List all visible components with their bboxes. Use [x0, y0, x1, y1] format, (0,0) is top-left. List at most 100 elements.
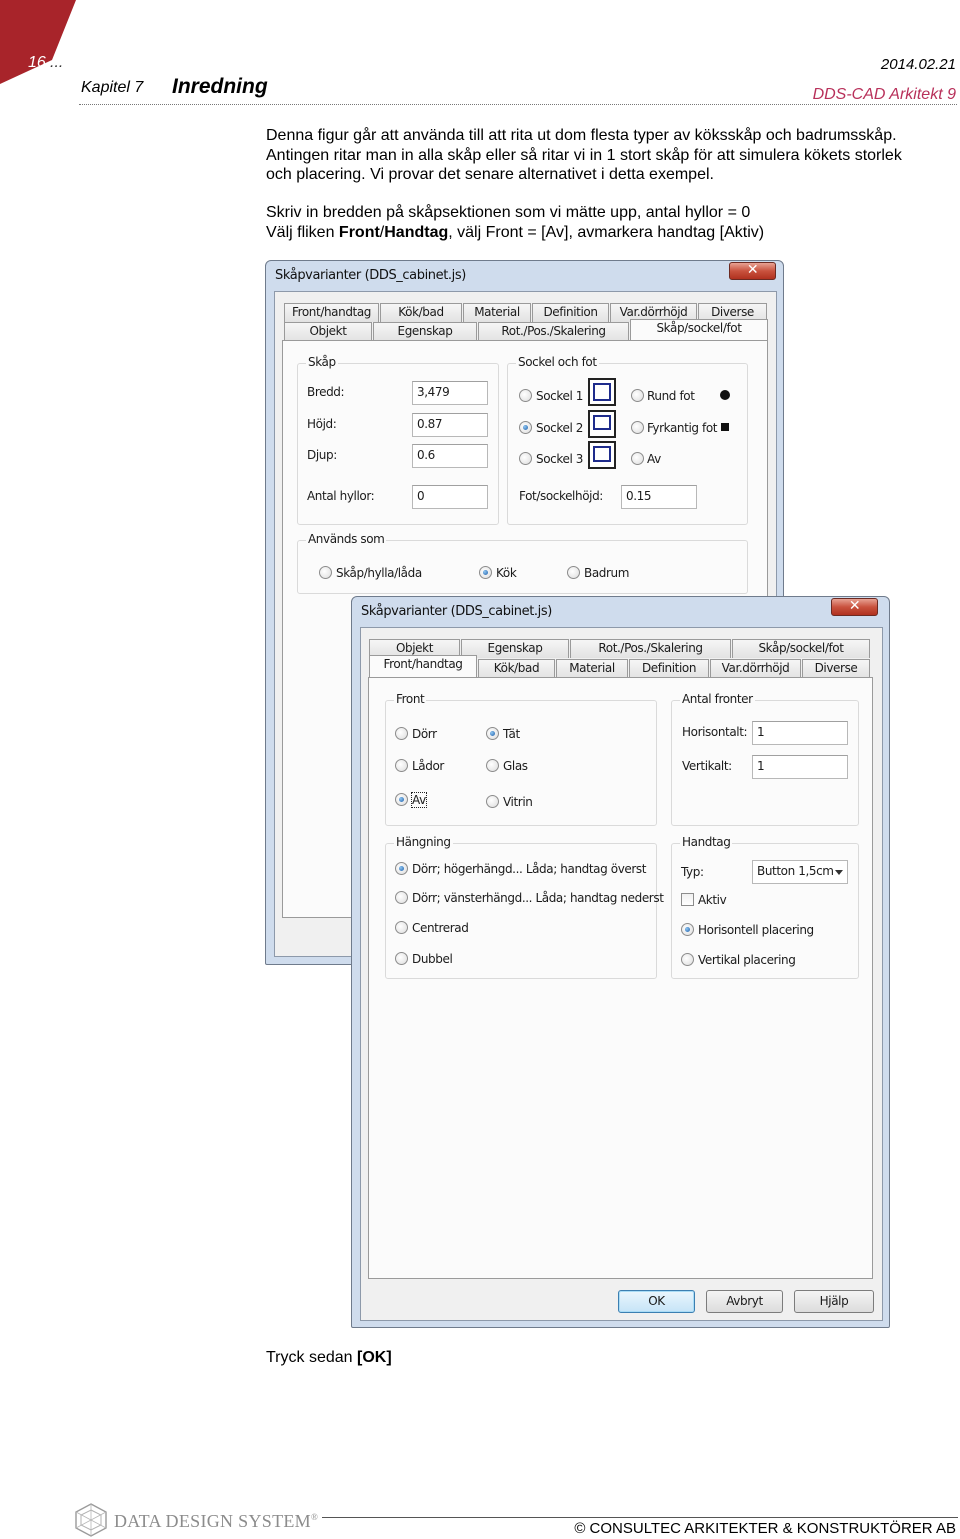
hojd-label: Höjd: — [307, 417, 337, 431]
dds-logo-icon — [75, 1503, 107, 1537]
hang-left-label: Dörr; vänsterhängd... Låda; handtag nede… — [412, 891, 664, 905]
fot-sockelhojd-label: Fot/sockelhöjd: — [519, 489, 603, 503]
tab-definition[interactable]: Definition — [629, 659, 709, 678]
hang-left-radio[interactable] — [395, 891, 408, 904]
header-date: 2014.02.21 — [880, 56, 956, 73]
djup-label: Djup: — [307, 448, 337, 462]
footer-logo-text: DATA DESIGN SYSTEM® — [114, 1511, 318, 1532]
rund-fot-label: Rund fot — [647, 389, 695, 403]
tab-front-handtag[interactable]: Front/handtag — [369, 655, 477, 677]
horisontell-placering-label: Horisontell placering — [698, 923, 814, 937]
registered-mark: ® — [310, 1512, 319, 1522]
dialog-cabinet-front: Skåpvarianter (DDS_cabinet.js) ✕ Objekt … — [351, 596, 890, 1328]
group-label: Används som — [306, 532, 387, 546]
square-foot-icon — [721, 423, 729, 431]
tab-material[interactable]: Material — [556, 659, 628, 678]
tab-kok-bad[interactable]: Kök/bad — [380, 303, 462, 322]
chevron-down-icon — [835, 870, 843, 875]
section-title: Inredning — [172, 75, 268, 98]
kok-label: Kök — [496, 566, 517, 580]
horisontalt-input[interactable]: 1 — [752, 721, 848, 745]
logo-wordmark: DATA DESIGN SYSTEM — [114, 1511, 311, 1531]
vitrin-radio[interactable] — [486, 795, 499, 808]
instruction-paragraph: Skriv in bredden på skåpsektionen som vi… — [266, 203, 960, 242]
av-fot-radio[interactable] — [631, 452, 644, 465]
group-label: Hängning — [394, 835, 453, 849]
bold-run: [OK] — [357, 1349, 392, 1366]
djup-input[interactable]: 0.6 — [412, 444, 488, 468]
tab-rot-pos-skalering[interactable]: Rot./Pos./Skalering — [478, 322, 629, 341]
tat-radio[interactable] — [486, 727, 499, 740]
tab-front-handtag[interactable]: Front/handtag — [284, 303, 379, 322]
typ-value: Button 1,5cm — [757, 864, 834, 878]
fyrkantig-fot-radio[interactable] — [631, 421, 644, 434]
tab-kok-bad[interactable]: Kök/bad — [478, 659, 555, 678]
tab-egenskap[interactable]: Egenskap — [373, 322, 477, 341]
tab-objekt[interactable]: Objekt — [284, 322, 372, 341]
tab-var-dorrhojd[interactable]: Var.dörrhöjd — [710, 659, 801, 678]
horisontell-placering-radio[interactable] — [681, 923, 694, 936]
lador-label: Lådor — [412, 759, 444, 773]
tab-rot-pos-skalering[interactable]: Rot./Pos./Skalering — [570, 639, 731, 658]
sockel3-radio[interactable] — [519, 452, 532, 465]
tab-skap-sockel-fot[interactable]: Skåp/sockel/fot — [732, 639, 870, 658]
kok-radio[interactable] — [479, 566, 492, 579]
closing-instruction: Tryck sedan [OK] — [266, 1348, 960, 1368]
vertikal-placering-label: Vertikal placering — [698, 953, 796, 967]
page-ellipsis: ... — [50, 54, 64, 71]
tab-egenskap[interactable]: Egenskap — [461, 639, 569, 658]
tat-label: Tät — [503, 727, 520, 741]
hojd-input[interactable]: 0.87 — [412, 413, 488, 437]
centrerad-radio[interactable] — [395, 921, 408, 934]
sockel2-radio[interactable] — [519, 421, 532, 434]
av-radio[interactable] — [395, 793, 408, 806]
hang-right-radio[interactable] — [395, 862, 408, 875]
hjalp-button[interactable]: Hjälp — [794, 1290, 874, 1313]
antal-hyllor-label: Antal hyllor: — [307, 489, 375, 503]
skap-hylla-lada-label: Skåp/hylla/låda — [336, 566, 422, 580]
avbryt-button[interactable]: Avbryt — [706, 1290, 783, 1313]
typ-label: Typ: — [681, 865, 704, 879]
close-button[interactable]: ✕ — [831, 598, 878, 616]
product-name: DDS-CAD Arkitekt 9 — [812, 86, 956, 103]
lador-radio[interactable] — [395, 759, 408, 772]
horisontalt-label: Horisontalt: — [682, 725, 748, 739]
dubbel-label: Dubbel — [412, 952, 453, 966]
dorr-radio[interactable] — [395, 727, 408, 740]
antal-hyllor-input[interactable]: 0 — [412, 485, 488, 509]
dubbel-radio[interactable] — [395, 952, 408, 965]
vertikalt-input[interactable]: 1 — [752, 755, 848, 779]
aktiv-checkbox[interactable] — [681, 893, 694, 906]
close-button[interactable]: ✕ — [729, 262, 776, 280]
rund-fot-radio[interactable] — [631, 389, 644, 402]
group-label: Skåp — [306, 355, 338, 369]
group-label: Antal fronter — [680, 692, 755, 706]
tab-material[interactable]: Material — [463, 303, 531, 322]
tab-panel: Front Dörr Tät Lådor Glas Av Vitrin Anta… — [368, 677, 873, 1279]
typ-dropdown[interactable]: Button 1,5cm — [752, 860, 848, 884]
av-fot-label: Av — [647, 452, 661, 466]
aktiv-label: Aktiv — [698, 893, 727, 907]
glas-radio[interactable] — [486, 759, 499, 772]
fyrkantig-fot-label: Fyrkantig fot — [647, 421, 718, 435]
sockel1-icon — [588, 378, 616, 406]
header-divider — [79, 104, 957, 105]
tab-diverse[interactable]: Diverse — [802, 659, 870, 678]
fot-sockelhojd-input[interactable]: 0.15 — [621, 485, 697, 509]
bold-run: Handtag — [384, 223, 449, 241]
sockel1-radio[interactable] — [519, 389, 532, 402]
intro-line: och placering. Vi provar det senare alte… — [266, 166, 714, 183]
group-label: Front — [394, 692, 427, 706]
page-number: 16 — [28, 54, 46, 71]
tab-skap-sockel-fot[interactable]: Skåp/sockel/fot — [630, 319, 768, 341]
badrum-radio[interactable] — [567, 566, 580, 579]
footer-divider — [322, 1517, 958, 1518]
dorr-label: Dörr — [412, 727, 437, 741]
tab-definition[interactable]: Definition — [532, 303, 609, 322]
bredd-input[interactable]: 3,479 — [412, 381, 488, 405]
instruction-line: Välj fliken Front/Handtag, välj Front = … — [266, 223, 960, 243]
skap-hylla-lada-radio[interactable] — [319, 566, 332, 579]
vertikalt-label: Vertikalt: — [682, 759, 732, 773]
vertikal-placering-radio[interactable] — [681, 953, 694, 966]
ok-button[interactable]: OK — [618, 1290, 695, 1313]
